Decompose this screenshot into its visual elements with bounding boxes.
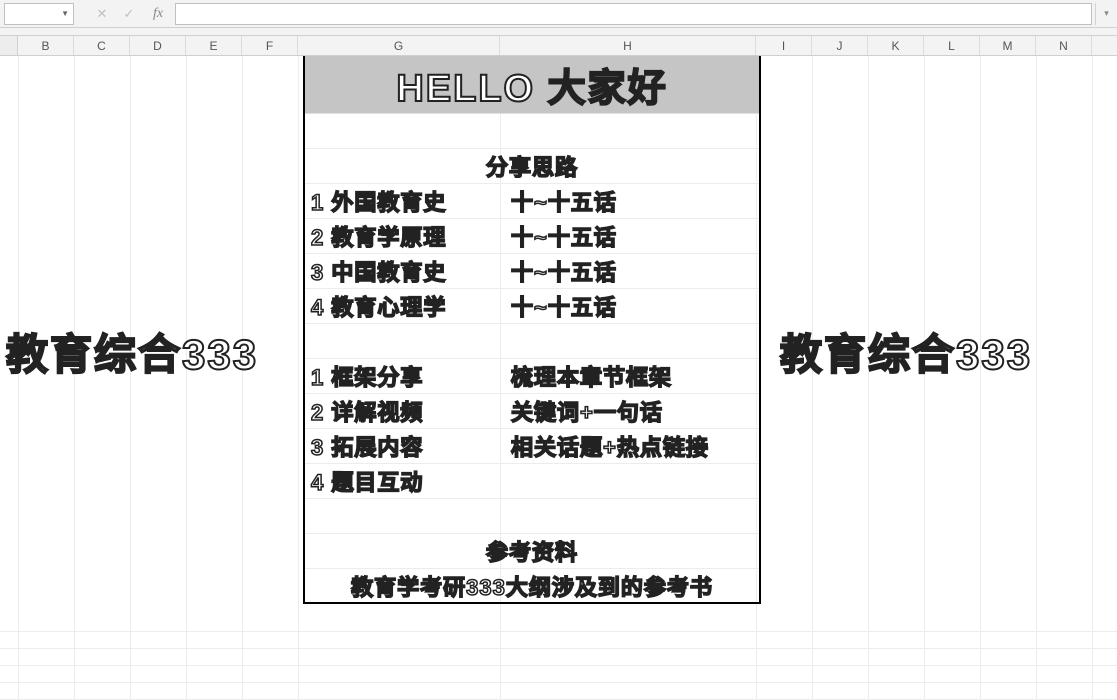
- select-all-corner[interactable]: [0, 36, 18, 55]
- cell-h: 十~十五话: [511, 255, 617, 287]
- column-header[interactable]: H: [500, 36, 756, 55]
- worksheet-grid[interactable]: 教育综合333 教育综合333 HELLO 大家好 分享思路 1 外国教育史 十…: [0, 56, 1117, 700]
- column-header[interactable]: N: [1036, 36, 1092, 55]
- column-headers: BCDEFGHIJKLMN: [0, 36, 1117, 56]
- cell-g: 3 拓展内容: [311, 430, 423, 462]
- cell-g: 1 外国教育史: [311, 185, 446, 217]
- table-row: 3 拓展内容 相关话题+热点链接: [305, 429, 759, 464]
- table-row: 1 外国教育史 十~十五话: [305, 184, 759, 219]
- cell-h: 相关话题+热点链接: [511, 430, 709, 462]
- bottom-line-text: 教育学考研333大纲涉及到的参考书: [351, 570, 713, 602]
- table-row: 1 框架分享 梳理本章节框架: [305, 359, 759, 394]
- column-header[interactable]: C: [74, 36, 130, 55]
- column-header[interactable]: F: [242, 36, 298, 55]
- table-row: 4 题目互动: [305, 464, 759, 499]
- cell-h: 关键词+一句话: [511, 395, 663, 427]
- section3-title: 参考资料: [486, 535, 578, 567]
- cell-g: 1 框架分享: [311, 360, 423, 392]
- banner-text: HELLO 大家好: [396, 57, 667, 112]
- cell-g: 3 中国教育史: [311, 255, 446, 287]
- cell-h: 梳理本章节框架: [511, 360, 672, 392]
- side-text-left: 教育综合333: [6, 321, 258, 382]
- bottom-line-row: 教育学考研333大纲涉及到的参考书: [305, 569, 759, 604]
- spacer: [0, 28, 1117, 36]
- section1-title: 分享思路: [486, 150, 578, 182]
- cell-h: 十~十五话: [511, 220, 617, 252]
- chevron-down-icon[interactable]: ▼: [61, 9, 69, 18]
- table-row: 4 教育心理学 十~十五话: [305, 289, 759, 324]
- cell-h: 十~十五话: [511, 290, 617, 322]
- column-header[interactable]: G: [298, 36, 500, 55]
- column-header[interactable]: K: [868, 36, 924, 55]
- table-row: 2 教育学原理 十~十五话: [305, 219, 759, 254]
- fx-label[interactable]: fx: [144, 6, 172, 22]
- section1-title-row: 分享思路: [305, 149, 759, 184]
- cell-g: 2 详解视频: [311, 395, 423, 427]
- cell-g: 4 题目互动: [311, 465, 423, 497]
- column-header[interactable]: B: [18, 36, 74, 55]
- accept-icon[interactable]: ✓: [117, 3, 141, 25]
- center-content: HELLO 大家好 分享思路 1 外国教育史 十~十五话 2 教育学原理 十~十…: [303, 56, 761, 604]
- formula-bar: ▼ ✕ ✓ fx ▾: [0, 0, 1117, 28]
- column-header[interactable]: D: [130, 36, 186, 55]
- cell-g: 4 教育心理学: [311, 290, 446, 322]
- name-box[interactable]: ▼: [4, 3, 74, 25]
- column-header[interactable]: L: [924, 36, 980, 55]
- formula-input[interactable]: [175, 3, 1092, 25]
- cell-h: 十~十五话: [511, 185, 617, 217]
- column-header[interactable]: E: [186, 36, 242, 55]
- banner-row: HELLO 大家好: [305, 56, 759, 114]
- table-row: 2 详解视频 关键词+一句话: [305, 394, 759, 429]
- section3-title-row: 参考资料: [305, 534, 759, 569]
- table-row: 3 中国教育史 十~十五话: [305, 254, 759, 289]
- side-text-right: 教育综合333: [780, 321, 1032, 382]
- expand-formula-icon[interactable]: ▾: [1095, 3, 1117, 25]
- column-header[interactable]: J: [812, 36, 868, 55]
- cancel-icon[interactable]: ✕: [90, 3, 114, 25]
- column-header[interactable]: M: [980, 36, 1036, 55]
- column-header[interactable]: I: [756, 36, 812, 55]
- cell-g: 2 教育学原理: [311, 220, 446, 252]
